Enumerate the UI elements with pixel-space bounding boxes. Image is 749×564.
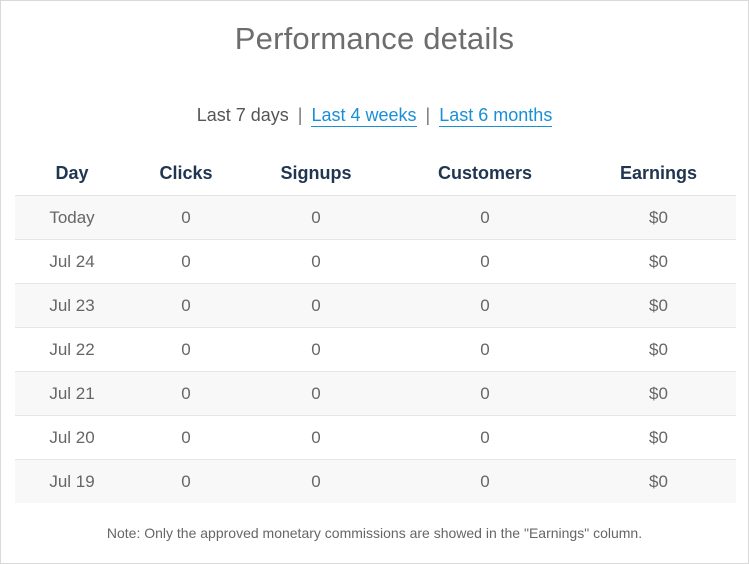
cell-signups: 0 bbox=[243, 327, 389, 372]
table-row: Jul 19 0 0 0 $0 bbox=[15, 459, 736, 503]
cell-earnings: $0 bbox=[581, 415, 736, 460]
range-last-6-months-link[interactable]: Last 6 months bbox=[439, 105, 553, 127]
column-header-signups: Signups bbox=[243, 151, 389, 196]
cell-clicks: 0 bbox=[129, 415, 243, 460]
page-title: Performance details bbox=[234, 21, 515, 56]
cell-customers: 0 bbox=[389, 327, 581, 372]
table-row: Jul 20 0 0 0 $0 bbox=[15, 415, 736, 460]
cell-signups: 0 bbox=[243, 415, 389, 460]
cell-day: Jul 19 bbox=[15, 459, 129, 503]
date-range-selector: Last 7 days | Last 4 weeks | Last 6 mont… bbox=[1, 105, 748, 127]
cell-day: Jul 21 bbox=[15, 371, 129, 416]
range-last-7-days: Last 7 days bbox=[196, 105, 289, 125]
cell-earnings: $0 bbox=[581, 283, 736, 328]
range-last-4-weeks-link[interactable]: Last 4 weeks bbox=[311, 105, 417, 127]
cell-day: Jul 23 bbox=[15, 283, 129, 328]
cell-clicks: 0 bbox=[129, 283, 243, 328]
cell-clicks: 0 bbox=[129, 371, 243, 416]
table-row: Jul 23 0 0 0 $0 bbox=[15, 283, 736, 328]
cell-signups: 0 bbox=[243, 459, 389, 503]
cell-customers: 0 bbox=[389, 415, 581, 460]
cell-earnings: $0 bbox=[581, 195, 736, 240]
column-header-earnings: Earnings bbox=[581, 151, 736, 196]
table-row: Today 0 0 0 $0 bbox=[15, 195, 736, 240]
cell-customers: 0 bbox=[389, 459, 581, 503]
column-header-clicks: Clicks bbox=[129, 151, 243, 196]
cell-clicks: 0 bbox=[129, 327, 243, 372]
range-separator: | bbox=[425, 105, 431, 125]
cell-earnings: $0 bbox=[581, 459, 736, 503]
cell-signups: 0 bbox=[243, 195, 389, 240]
cell-customers: 0 bbox=[389, 239, 581, 284]
column-header-customers: Customers bbox=[389, 151, 581, 196]
table-header-row: Day Clicks Signups Customers Earnings bbox=[15, 151, 736, 196]
table-row: Jul 22 0 0 0 $0 bbox=[15, 327, 736, 372]
footer-note: Note: Only the approved monetary commiss… bbox=[106, 525, 643, 541]
cell-customers: 0 bbox=[389, 371, 581, 416]
performance-panel: Performance details Last 7 days | Last 4… bbox=[0, 0, 749, 564]
cell-day: Jul 22 bbox=[15, 327, 129, 372]
range-separator: | bbox=[297, 105, 303, 125]
table-row: Jul 24 0 0 0 $0 bbox=[15, 239, 736, 284]
table-row: Jul 21 0 0 0 $0 bbox=[15, 371, 736, 416]
cell-clicks: 0 bbox=[129, 239, 243, 284]
cell-customers: 0 bbox=[389, 195, 581, 240]
cell-day: Jul 24 bbox=[15, 239, 129, 284]
cell-earnings: $0 bbox=[581, 371, 736, 416]
cell-clicks: 0 bbox=[129, 459, 243, 503]
cell-earnings: $0 bbox=[581, 239, 736, 284]
cell-signups: 0 bbox=[243, 371, 389, 416]
column-header-day: Day bbox=[15, 151, 129, 196]
cell-day: Today bbox=[15, 195, 129, 240]
cell-clicks: 0 bbox=[129, 195, 243, 240]
cell-customers: 0 bbox=[389, 283, 581, 328]
cell-earnings: $0 bbox=[581, 327, 736, 372]
cell-signups: 0 bbox=[243, 283, 389, 328]
cell-day: Jul 20 bbox=[15, 415, 129, 460]
performance-table: Day Clicks Signups Customers Earnings To… bbox=[15, 151, 736, 503]
cell-signups: 0 bbox=[243, 239, 389, 284]
